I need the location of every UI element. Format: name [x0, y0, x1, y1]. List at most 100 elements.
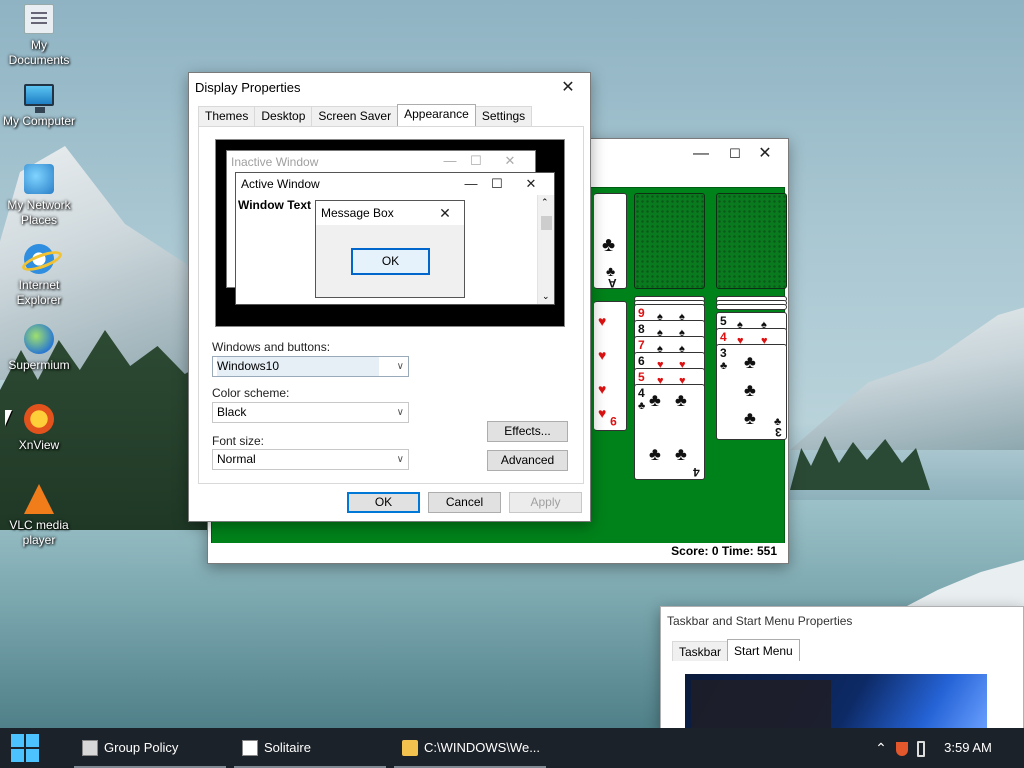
close-icon[interactable]: ✕ [551, 73, 585, 103]
security-shield-icon[interactable] [892, 728, 912, 768]
preview-message-body: OK [316, 225, 464, 297]
my-computer-icon [24, 84, 54, 113]
taskbar-item-label: Group Policy [104, 740, 179, 755]
usb-device-icon[interactable] [912, 728, 930, 768]
taskbar-properties-dialog: Taskbar and Start Menu Properties Taskba… [660, 606, 1024, 731]
maximize-icon[interactable]: ☐ [718, 139, 752, 169]
desktop-icon-my-documents[interactable]: My Documents [0, 4, 78, 68]
folder-icon [402, 740, 418, 756]
card-rank: 4 [720, 330, 727, 344]
foundation-card[interactable]: ♣ ♣ A [594, 193, 627, 290]
windows-logo-pane [26, 734, 39, 747]
card-rank: 9 [610, 414, 617, 428]
color-scheme-select[interactable]: Black ∨ [212, 402, 409, 423]
preview-window-text: Window Text [238, 198, 311, 212]
tab-themes[interactable]: Themes [198, 106, 256, 126]
heart-icon: ♥ [598, 347, 607, 363]
font-size-select[interactable]: Normal ∨ [212, 449, 409, 470]
close-icon: ✕ [525, 176, 537, 191]
card-edge [716, 304, 787, 310]
start-button[interactable] [10, 733, 40, 763]
display-properties-dialog: Display Properties ✕ Themes Desktop Scre… [188, 72, 591, 522]
club-icon: ♣ [744, 380, 756, 400]
mouse-cursor-icon [5, 410, 12, 426]
heart-icon: ♥ [598, 405, 607, 421]
desktop-icon-vlc[interactable]: VLC media player [0, 484, 78, 548]
club-icon: ♣ [744, 408, 756, 428]
dialog-titlebar[interactable]: Display Properties ✕ [189, 73, 590, 103]
club-icon: ♣ [720, 360, 728, 372]
card-rank: 7 [638, 338, 645, 352]
card[interactable]: 3 ♣ ♣ ♣ ♣ ♣ 3 [716, 344, 787, 440]
tab-start-menu[interactable]: Start Menu [727, 639, 800, 661]
apply-button[interactable]: Apply [509, 492, 582, 513]
heart-icon: ♥ [598, 313, 607, 329]
chevron-down-icon: ∨ [396, 454, 404, 465]
windows-logo-icon [11, 734, 24, 747]
desktop-icon-internet-explorer[interactable]: Internet Explorer [0, 244, 78, 308]
desktop-icon-label: My Network Places [7, 198, 71, 227]
font-size-value: Normal [217, 452, 256, 466]
desktop-icon-network-places[interactable]: My Network Places [0, 164, 78, 228]
club-icon: ♣ [649, 444, 661, 464]
dialog-title[interactable]: Taskbar and Start Menu Properties [661, 607, 1023, 637]
maximize-icon: ☐ [470, 153, 482, 168]
dialog-title: Display Properties [195, 80, 301, 95]
club-icon: ♣ [675, 390, 687, 410]
font-size-label: Font size: [212, 434, 265, 448]
ok-button[interactable]: OK [347, 492, 420, 513]
tab-desktop[interactable]: Desktop [254, 106, 313, 126]
desktop-icon-label: VLC media player [9, 518, 69, 547]
start-menu-preview [685, 674, 987, 731]
card-rank: A [608, 276, 617, 290]
desktop-icon-supermium[interactable]: Supermium [0, 324, 78, 373]
card-back[interactable] [716, 193, 787, 289]
maximize-icon: ☐ [491, 176, 503, 191]
club-icon: ♣ [649, 390, 661, 410]
minimize-icon: — [443, 153, 457, 168]
scroll-up-icon: ⌃ [541, 197, 549, 207]
card-rank: 5 [720, 314, 727, 328]
tab-screen-saver[interactable]: Screen Saver [311, 106, 399, 126]
desktop-icon-my-computer[interactable]: My Computer [0, 84, 78, 129]
card[interactable]: 4 ♣ ♣ ♣ ♣ ♣ 4 [634, 384, 705, 480]
clock[interactable]: 3:59 AM [936, 728, 1000, 768]
tab-appearance[interactable]: Appearance [397, 104, 476, 126]
preview-active-window: Active Window — ☐ ✕ Window Text ⌃ ⌄ Mess… [235, 172, 555, 305]
club-icon: ♣ [638, 400, 646, 412]
taskbar-item-group-policy[interactable]: Group Policy [74, 728, 226, 768]
advanced-button[interactable]: Advanced [487, 450, 568, 471]
card-back[interactable] [634, 193, 705, 289]
card-rank: 9 [638, 306, 645, 320]
preview-message-box: Message Box ✕ OK [315, 200, 465, 298]
effects-button[interactable]: Effects... [487, 421, 568, 442]
windows-logo-pane [11, 749, 24, 762]
close-icon[interactable]: ✕ [748, 139, 782, 169]
appearance-preview: Inactive Window — ☐ ✕ Active Window — ☐ … [215, 139, 565, 327]
card-rank: 3 [775, 425, 782, 439]
chevron-up-icon[interactable]: ⌃ [870, 728, 892, 768]
windows-and-buttons-value: Windows10 [217, 357, 380, 376]
club-icon: ♣ [675, 444, 687, 464]
solitaire-status-bar: Score: 0 Time: 551 [211, 543, 785, 559]
desktop-icon-label: Supermium [8, 358, 70, 372]
chevron-down-icon: ∨ [396, 407, 404, 418]
desktop-icon-label: XnView [18, 438, 60, 452]
tableau-column-4[interactable]: ♥ ♥ ♥ ♥ 9 [594, 301, 627, 431]
windows-logo-pane [26, 749, 39, 762]
solitaire-icon [242, 740, 258, 756]
close-icon: ✕ [439, 205, 451, 221]
heart-icon: ♥ [598, 381, 607, 397]
taskbar-item-solitaire[interactable]: Solitaire [234, 728, 386, 768]
chevron-down-icon: ∨ [396, 361, 404, 372]
group-policy-icon [82, 740, 98, 756]
preview-ok-button: OK [351, 248, 430, 275]
cancel-button[interactable]: Cancel [428, 492, 501, 513]
windows-and-buttons-select[interactable]: Windows10 ∨ [212, 356, 409, 377]
internet-explorer-icon [24, 244, 54, 274]
tab-settings[interactable]: Settings [474, 106, 533, 126]
taskbar-item-explorer[interactable]: C:\WINDOWS\We... [394, 728, 546, 768]
tab-taskbar[interactable]: Taskbar [672, 641, 729, 661]
minimize-icon[interactable]: — [684, 139, 718, 169]
close-icon: ✕ [504, 153, 516, 168]
